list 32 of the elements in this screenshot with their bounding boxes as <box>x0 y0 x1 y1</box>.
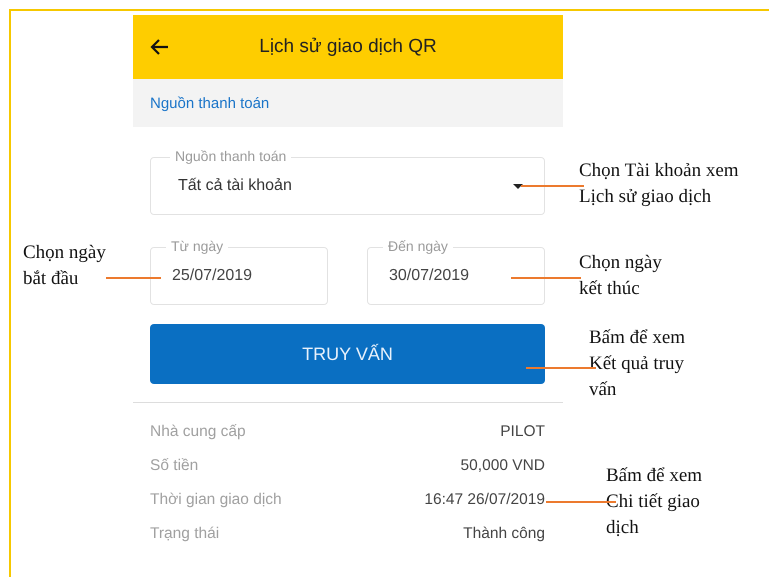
annotation-text: Chọn ngày bắt đầu <box>23 241 106 291</box>
leader-line <box>546 501 616 503</box>
field-value: Tất cả tài khoản <box>178 177 292 195</box>
field-label: Nguồn thanh toán <box>170 148 292 164</box>
field-label: Đến ngày <box>383 238 453 254</box>
annotation-text: Chọn Tài khoản xem Lịch sử giao dịch <box>579 159 739 209</box>
detail-value: 16:47 26/07/2019 <box>424 491 545 509</box>
account-dropdown[interactable]: Nguồn thanh toán Tất cả tài khoản <box>150 148 545 215</box>
back-button[interactable] <box>149 38 171 56</box>
leader-line <box>511 277 581 279</box>
detail-label: Thời gian giao dịch <box>150 491 282 509</box>
annotation-text: Bấm để xem Chi tiết giao dịch <box>606 464 702 540</box>
section-title: Nguồn thanh toán <box>150 94 270 112</box>
query-button[interactable]: TRUY VẤN <box>150 324 545 384</box>
field-value: 25/07/2019 <box>172 267 252 285</box>
detail-value: Thành công <box>463 525 545 543</box>
arrow-left-icon <box>149 38 169 56</box>
leader-line <box>526 367 596 369</box>
date-field[interactable]: Đến ngày 30/07/2019 <box>367 238 545 305</box>
detail-value: PILOT <box>500 423 545 441</box>
field-label: Từ ngày <box>166 238 228 254</box>
detail-label: Trạng thái <box>150 525 220 543</box>
detail-label: Nhà cung cấp <box>150 423 246 441</box>
leader-line <box>106 277 161 279</box>
caret-icon <box>513 184 523 188</box>
date-field[interactable]: Từ ngày 25/07/2019 <box>150 238 328 305</box>
screen-title: Lịch sử giao dịch QR <box>258 36 438 58</box>
leader-line <box>521 185 584 187</box>
detail-value: 50,000 VND <box>460 457 545 475</box>
field-value: 30/07/2019 <box>389 267 470 285</box>
detail-label: Số tiền <box>150 457 198 475</box>
annotation-text: Chọn ngày kết thúc <box>579 251 662 301</box>
